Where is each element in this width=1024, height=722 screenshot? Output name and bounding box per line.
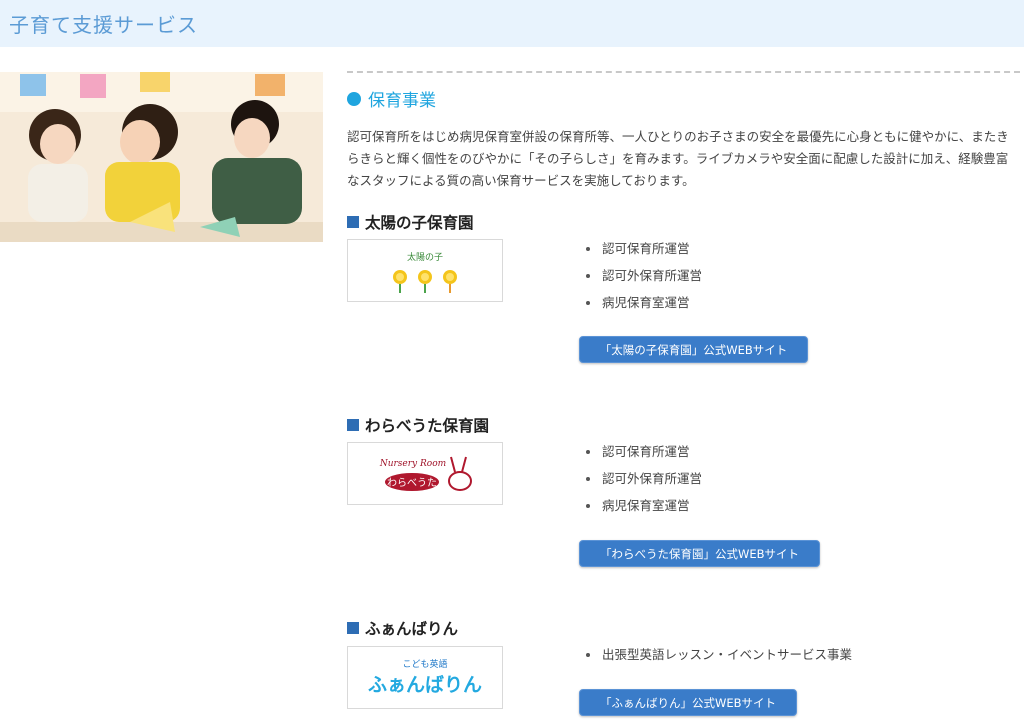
logo-text-main: わらべうた: [387, 477, 437, 489]
logo-funbarin: こども英語 ふぁんばりん: [347, 646, 503, 709]
section-intro: 認可保育所をはじめ病児保育室併設の保育所等、一人ひとりのお子さまの安全を最優先に…: [347, 129, 1009, 188]
section-heading-label: 保育事業: [368, 91, 436, 111]
circle-bullet-icon: [347, 91, 361, 106]
list-item: 病児保育室運営: [584, 498, 702, 525]
service-list-taiyo: 認可保育所運営 認可外保育所運営 病児保育室運営: [584, 241, 702, 322]
list-item: 認可保育所運営: [584, 241, 702, 268]
warabeuta-website-button[interactable]: 「わらべうた保育園」公式WEBサイト: [579, 540, 820, 567]
square-bullet-icon: [347, 419, 359, 431]
facility-title-taiyo: 太陽の子保育園: [347, 211, 474, 233]
facility-name: ふぁんばりん: [365, 620, 459, 638]
facility-name: わらべうた保育園: [365, 417, 490, 435]
logo-text-main: ふぁんばりん: [368, 674, 482, 696]
list-item: 認可外保育所運営: [584, 471, 702, 498]
list-item: 出張型英語レッスン・イベントサービス事業: [584, 647, 852, 674]
logo-warabeuta: Nursery Room わらべうた: [347, 442, 503, 505]
sun-icon: [418, 269, 432, 293]
page-title: 子育て支援サービス: [9, 13, 198, 37]
logo-taiyo: 太陽の子: [347, 239, 503, 302]
sun-icon: [443, 269, 457, 293]
service-list-funbarin: 出張型英語レッスン・イベントサービス事業: [584, 647, 852, 674]
facility-name: 太陽の子保育園: [365, 214, 474, 232]
facility-title-funbarin: ふぁんばりん: [347, 617, 458, 639]
children-photo: [0, 72, 323, 242]
facility-title-warabeuta: わらべうた保育園: [347, 414, 489, 436]
logo-text: 太陽の子: [407, 251, 443, 263]
taiyo-website-button[interactable]: 「太陽の子保育園」公式WEBサイト: [579, 336, 808, 363]
sun-icon: [393, 269, 407, 293]
page-header: 子育て支援サービス: [0, 0, 1024, 47]
funbarin-website-button[interactable]: 「ふぁんばりん」公式WEBサイト: [579, 689, 797, 716]
list-item: 認可外保育所運営: [584, 268, 702, 295]
list-item: 病児保育室運営: [584, 295, 702, 322]
list-item: 認可保育所運営: [584, 444, 702, 471]
rabbit-icon: [448, 456, 472, 491]
section-divider: [347, 71, 1020, 73]
logo-text-top: こども英語: [402, 658, 447, 670]
square-bullet-icon: [347, 216, 359, 228]
logo-text-top: Nursery Room: [379, 459, 446, 469]
service-list-warabeuta: 認可保育所運営 認可外保育所運営 病児保育室運営: [584, 444, 702, 525]
section-heading: 保育事業: [347, 86, 436, 111]
square-bullet-icon: [347, 622, 359, 634]
